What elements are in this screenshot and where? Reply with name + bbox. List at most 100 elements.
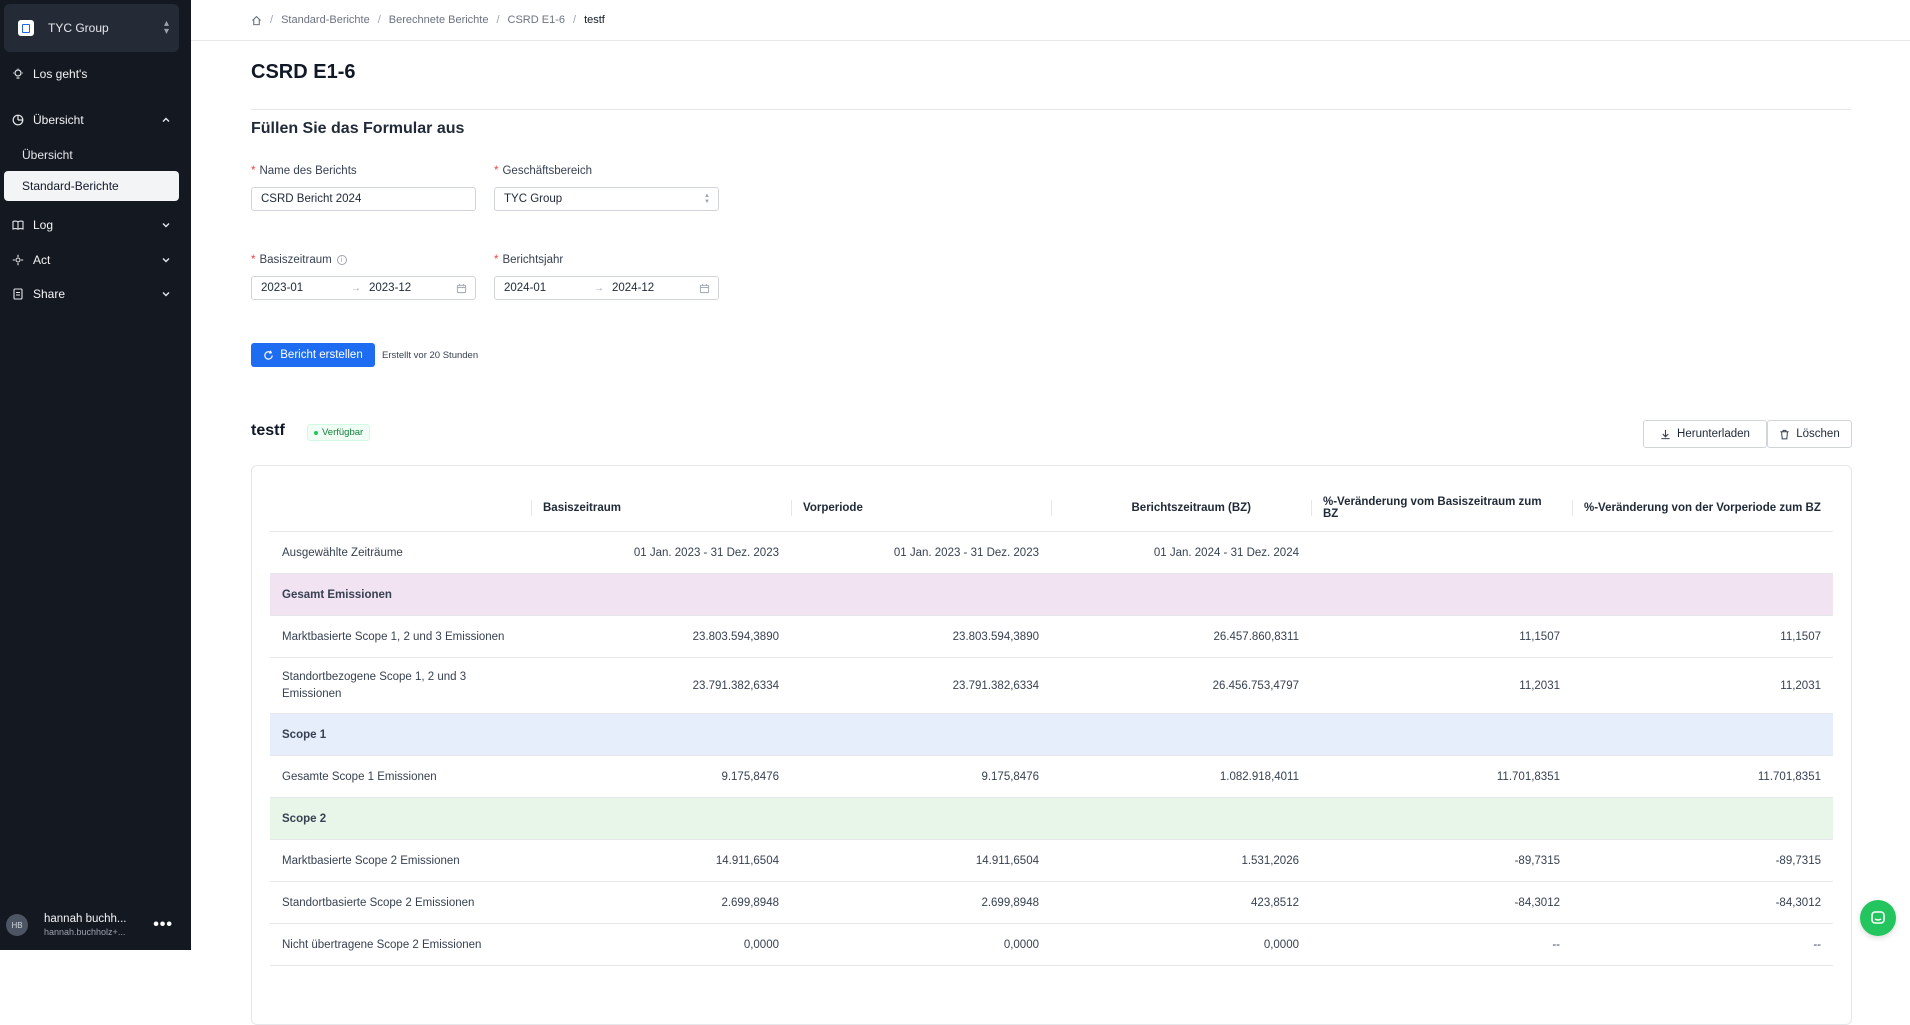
building-icon	[18, 20, 34, 36]
sidebar-item-act[interactable]: Act	[4, 245, 179, 275]
breadcrumb-csrd[interactable]: CSRD E1-6	[508, 14, 565, 26]
table-cell: Nicht übertragene Scope 2 Emissionen	[282, 938, 482, 951]
business-unit-label: * Geschäftsbereich	[494, 165, 592, 177]
sidebar-item-label: Share	[33, 287, 66, 301]
page-title: CSRD E1-6	[251, 61, 356, 83]
table-cell: 2.699,8948	[981, 896, 1039, 909]
table-cell: Marktbasierte Scope 1, 2 und 3 Emissione…	[282, 630, 505, 643]
table-section-label: Gesamt Emissionen	[282, 588, 392, 601]
sidebar-item-uebersicht-group[interactable]: Übersicht	[4, 105, 179, 135]
book-icon	[11, 218, 25, 232]
sidebar-item-log[interactable]: Log	[4, 210, 179, 240]
home-icon[interactable]	[251, 15, 262, 26]
table-cell: -89,7315	[1775, 854, 1821, 867]
info-icon[interactable]: i	[336, 255, 347, 265]
breadcrumb: / Standard-Berichte / Berechnete Bericht…	[191, 0, 1910, 41]
sidebar-item-los-gehts[interactable]: Los geht's	[4, 59, 179, 89]
org-switcher[interactable]: TYC Group ▴ ▾	[4, 4, 179, 52]
breadcrumb-standard-berichte[interactable]: Standard-Berichte	[281, 14, 370, 26]
table-cell: 14.911,6504	[715, 854, 779, 867]
download-icon	[1661, 429, 1670, 439]
avatar: HB	[6, 914, 28, 936]
file-icon	[11, 287, 25, 301]
sidebar-item-standard-berichte[interactable]: Standard-Berichte	[4, 171, 179, 201]
sidebar-item-label: Log	[33, 218, 54, 232]
table-cell: --	[1813, 938, 1821, 951]
base-period-end[interactable]: 2023-12	[369, 282, 411, 294]
table-cell: 01 Jan. 2023 - 31 Dez. 2023	[633, 546, 779, 559]
status-badge: Verfügbar	[307, 424, 371, 441]
report-name-input[interactable]: CSRD Bericht 2024	[251, 187, 476, 211]
chevron-down-icon	[160, 288, 172, 300]
table-header: Basiszeitraum Vorperiode Berichtszeitrau…	[270, 484, 1833, 532]
arrow-right-icon: →	[351, 282, 361, 294]
report-year-label: * Berichtsjahr	[494, 254, 564, 266]
table-header-cell: Basiszeitraum	[531, 484, 791, 531]
chevron-up-down-icon: ▴ ▾	[163, 18, 169, 37]
calendar-icon	[699, 283, 710, 297]
chat-support-button[interactable]	[1860, 900, 1896, 936]
pie-chart-icon	[11, 113, 25, 127]
base-period-start[interactable]: 2023-01	[261, 282, 303, 294]
table-cell: 9.175,8476	[981, 770, 1039, 783]
breadcrumb-separator: /	[377, 14, 381, 26]
chat-icon	[1871, 911, 1885, 924]
table-cell: 11,1507	[1780, 630, 1821, 643]
table-section-row: Scope 1	[270, 714, 1833, 756]
business-unit-select[interactable]: TYC Group ▲ ▼	[494, 187, 719, 211]
table-cell: Standortbasierte Scope 2 Emissionen	[282, 896, 475, 909]
table-section-row: Scope 2	[270, 798, 1833, 840]
sidebar-item-label: Standard-Berichte	[22, 179, 119, 193]
user-name: hannah buchh...	[44, 913, 127, 925]
report-year-range[interactable]: 2024-01 → 2024-12	[494, 276, 719, 300]
table-header-cell: Vorperiode	[791, 484, 1051, 531]
table-cell	[1311, 532, 1572, 573]
report-year-end[interactable]: 2024-12	[612, 282, 654, 294]
table-header-cell	[270, 484, 531, 531]
sidebar-item-share[interactable]: Share	[4, 279, 179, 309]
table-cell: 23.803.594,3890	[952, 630, 1039, 643]
base-period-range[interactable]: 2023-01 → 2023-12	[251, 276, 476, 300]
sidebar-item-uebersicht[interactable]: Übersicht	[4, 140, 179, 170]
target-icon	[11, 253, 25, 267]
table-cell: 01 Jan. 2024 - 31 Dez. 2024	[1153, 546, 1299, 559]
table-cell: 1.082.918,4011	[1219, 770, 1299, 783]
table-cell: 23.791.382,6334	[952, 679, 1039, 692]
table-row: Nicht übertragene Scope 2 Emissionen 0,0…	[270, 924, 1833, 966]
report-name-label: * Name des Berichts	[251, 165, 357, 177]
table-cell: 2.699,8948	[721, 896, 779, 909]
breadcrumb-separator: /	[573, 14, 577, 26]
table-section-label: Scope 1	[282, 728, 327, 741]
user-email: hannah.buchholz+...	[44, 927, 126, 937]
table-cell: 11.701,8351	[1757, 770, 1821, 783]
table-cell: 01 Jan. 2023 - 31 Dez. 2023	[893, 546, 1039, 559]
table-cell: 423,8512	[1251, 896, 1299, 909]
breadcrumb-berechnete-berichte[interactable]: Berechnete Berichte	[389, 14, 489, 26]
breadcrumb-current: testf	[584, 14, 605, 26]
table-row: Ausgewählte Zeiträume 01 Jan. 2023 - 31 …	[270, 532, 1833, 574]
form-title: Füllen Sie das Formular aus	[251, 120, 465, 137]
table-header-cell: %-Veränderung vom Basiszeitraum zum BZ	[1311, 484, 1572, 531]
table-cell: 9.175,8476	[721, 770, 779, 783]
chevron-down-icon	[160, 219, 172, 231]
report-year-start[interactable]: 2024-01	[504, 282, 546, 294]
sidebar: TYC Group ▴ ▾ Los geht's Übersicht Übersi…	[0, 0, 191, 950]
table-cell: 26.457.860,8311	[1213, 630, 1299, 643]
table-cell: 23.791.382,6334	[692, 679, 779, 692]
table-cell: 14.911,6504	[975, 854, 1039, 867]
sidebar-item-label: Los geht's	[33, 67, 88, 81]
table-cell: 23.803.594,3890	[692, 630, 779, 643]
more-options-icon[interactable]: •••	[153, 916, 173, 934]
delete-button[interactable]: Löschen	[1767, 420, 1852, 448]
status-dot-icon	[314, 430, 318, 435]
table-cell: -84,3012	[1514, 896, 1560, 909]
sidebar-item-label: Übersicht	[33, 113, 84, 127]
table-cell: 11.701,8351	[1496, 770, 1560, 783]
table-row: Marktbasierte Scope 2 Emissionen 14.911,…	[270, 840, 1833, 882]
table-cell: 11,2031	[1519, 679, 1560, 692]
create-report-button[interactable]: Bericht erstellen	[251, 343, 375, 367]
calendar-icon	[456, 283, 467, 297]
table-cell: 1.531,2026	[1241, 854, 1299, 867]
chevron-up-down-icon: ▲ ▼	[704, 193, 710, 205]
download-button[interactable]: Herunterladen	[1643, 420, 1767, 448]
